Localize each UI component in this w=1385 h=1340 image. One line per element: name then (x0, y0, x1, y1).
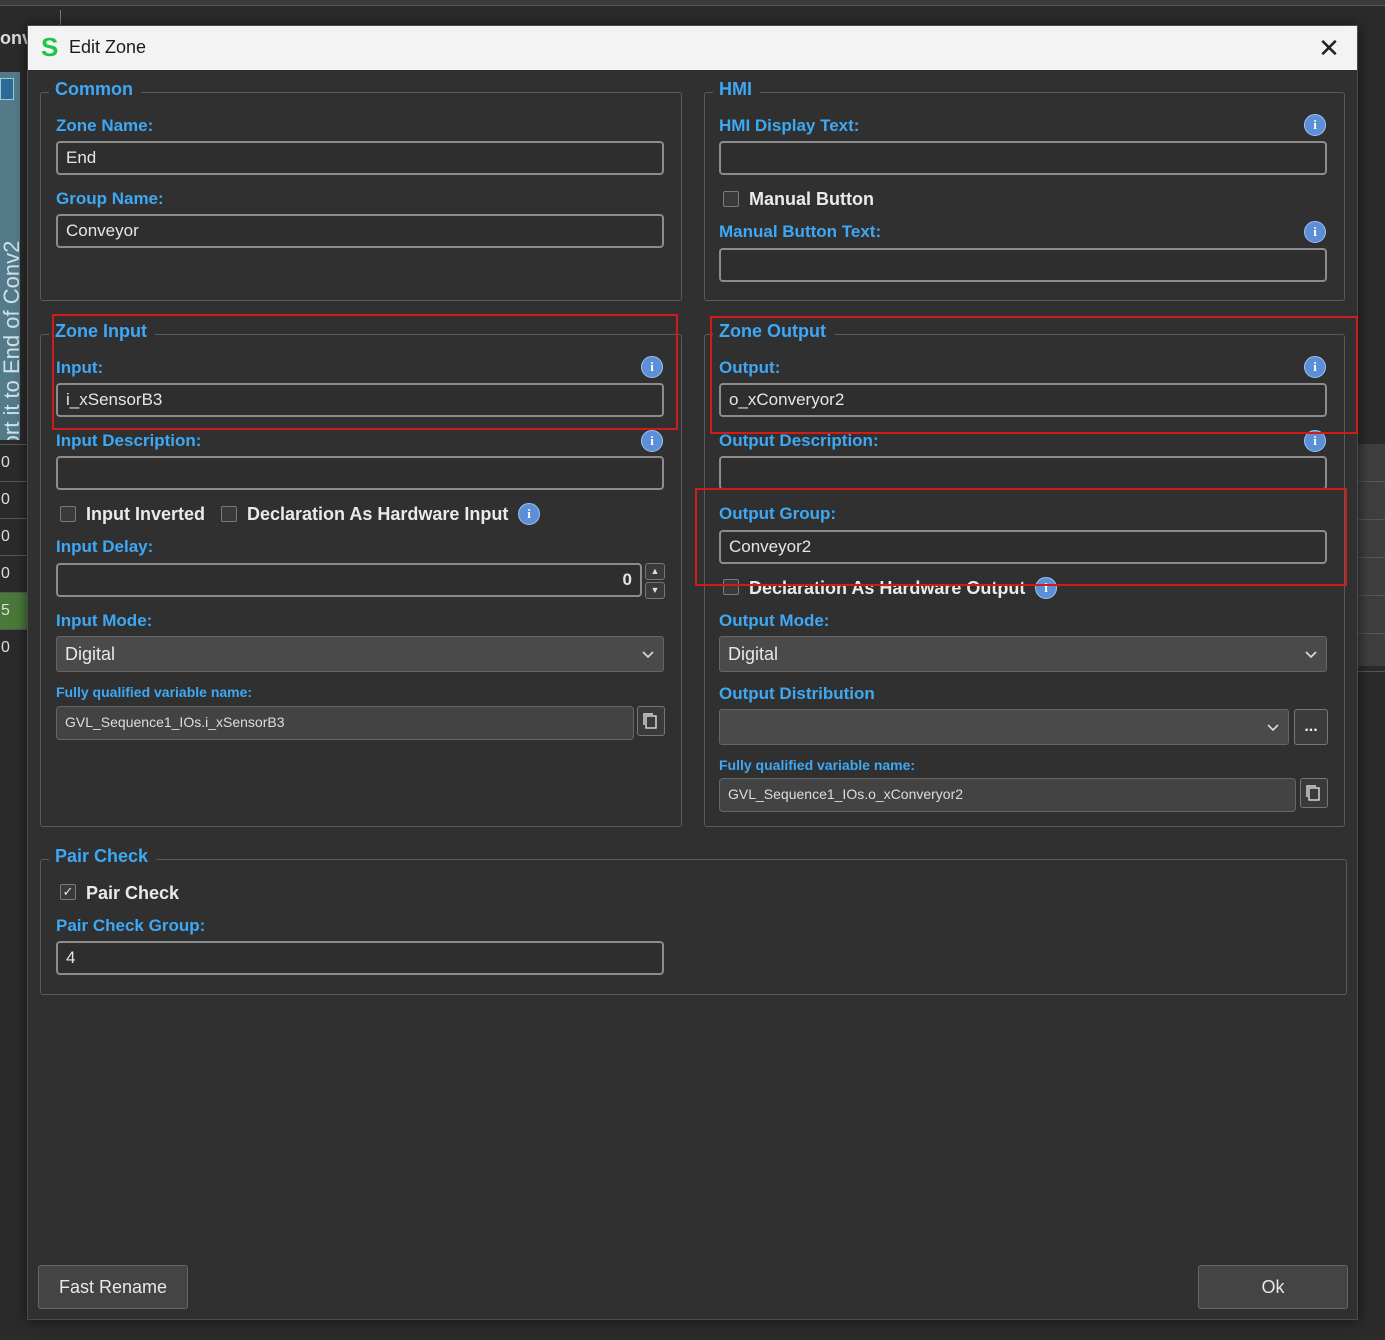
output-mode-select[interactable]: Digital (719, 636, 1327, 672)
hmi-display-text-label: HMI Display Text: (719, 116, 860, 135)
output-fq-field[interactable]: GVL_Sequence1_IOs.o_xConveryor2 (719, 778, 1296, 812)
pair-check-legend: Pair Check (49, 846, 157, 867)
dialog-title: Edit Zone (69, 37, 147, 57)
pair-check-label: Pair Check (86, 883, 180, 903)
pair-check-group-input[interactable]: 4 (56, 941, 664, 975)
hardware-input-checkbox[interactable] (221, 506, 237, 522)
input-mode-label: Input Mode: (56, 611, 153, 630)
output-mode-value: Digital (728, 644, 779, 664)
output-distribution-more-button[interactable]: ... (1294, 709, 1328, 745)
info-icon[interactable]: i (1304, 221, 1326, 243)
hmi-display-text-input[interactable] (719, 141, 1327, 175)
common-legend: Common (49, 79, 141, 100)
output-fq-label: Fully qualified variable name: (719, 757, 916, 773)
ok-button[interactable]: Ok (1198, 1265, 1348, 1309)
pair-check-group-label: Pair Check Group: (56, 916, 206, 935)
background-row-value: 0 (0, 444, 29, 481)
output-distribution-select[interactable] (719, 709, 1289, 745)
hardware-input-label: Declaration As Hardware Input (247, 504, 509, 524)
zone-name-label: Zone Name: (56, 116, 154, 135)
input-delay-label: Input Delay: (56, 537, 154, 556)
input-fq-field[interactable]: GVL_Sequence1_IOs.i_xSensorB3 (56, 706, 634, 740)
input-fq-label: Fully qualified variable name: (56, 684, 253, 700)
input-delay-spinner[interactable]: ▲ ▼ (645, 563, 665, 599)
chevron-down-icon (1305, 651, 1317, 659)
input-mode-value: Digital (65, 644, 116, 664)
output-description-label: Output Description: (719, 431, 879, 450)
fast-rename-button[interactable]: Fast Rename (38, 1265, 188, 1309)
highlight-output-group (695, 488, 1347, 586)
copy-icon[interactable] (637, 706, 665, 736)
manual-button-checkbox[interactable] (723, 191, 739, 207)
background-toolbar (0, 0, 1385, 6)
background-row-value: 5 (0, 592, 29, 629)
pair-check-checkbox[interactable]: ✓ (60, 884, 76, 900)
info-icon[interactable]: i (1304, 114, 1326, 136)
input-inverted-label: Input Inverted (86, 504, 206, 524)
background-table-edge (1356, 444, 1385, 672)
background-step-text: Transport it to End of Conv2 (0, 240, 20, 440)
spin-down-icon[interactable]: ▼ (645, 582, 665, 599)
edit-zone-dialog: S Edit Zone ✕ Common Zone Name: End Grou… (27, 25, 1358, 1320)
background-sequence-strip: Transport it to End of Conv2 (0, 72, 20, 440)
close-icon[interactable]: ✕ (1315, 34, 1343, 62)
input-delay-field[interactable]: 0 (56, 563, 642, 597)
manual-button-text-label: Manual Button Text: (719, 222, 882, 241)
output-mode-label: Output Mode: (719, 611, 830, 630)
background-row-value: 0 (0, 555, 29, 592)
manual-button-text-input[interactable] (719, 248, 1327, 282)
input-description-field[interactable] (56, 456, 664, 490)
background-row-value: 0 (0, 481, 29, 518)
chevron-down-icon (1267, 724, 1279, 732)
output-distribution-label: Output Distribution (719, 684, 875, 703)
background-step-icon (0, 78, 14, 100)
background-row-value: 0 (0, 629, 29, 666)
output-description-field[interactable] (719, 456, 1327, 490)
highlight-output (710, 316, 1358, 434)
check-icon: ✓ (62, 884, 74, 899)
info-icon[interactable]: i (641, 430, 663, 452)
background-row-value: 0 (0, 518, 29, 555)
info-icon[interactable]: i (518, 503, 540, 525)
dialog-titlebar[interactable]: S Edit Zone ✕ (28, 26, 1357, 70)
group-name-label: Group Name: (56, 189, 164, 208)
zone-name-input[interactable]: End (56, 141, 664, 175)
spin-up-icon[interactable]: ▲ (645, 563, 665, 580)
input-description-label: Input Description: (56, 431, 202, 450)
input-inverted-checkbox[interactable] (60, 506, 76, 522)
highlight-input (52, 314, 678, 430)
hmi-legend: HMI (713, 79, 760, 100)
chevron-down-icon (642, 651, 654, 659)
app-logo-icon: S (41, 32, 59, 62)
input-mode-select[interactable]: Digital (56, 636, 664, 672)
copy-icon[interactable] (1300, 778, 1328, 808)
manual-button-label: Manual Button (749, 189, 874, 209)
group-name-input[interactable]: Conveyor (56, 214, 664, 248)
